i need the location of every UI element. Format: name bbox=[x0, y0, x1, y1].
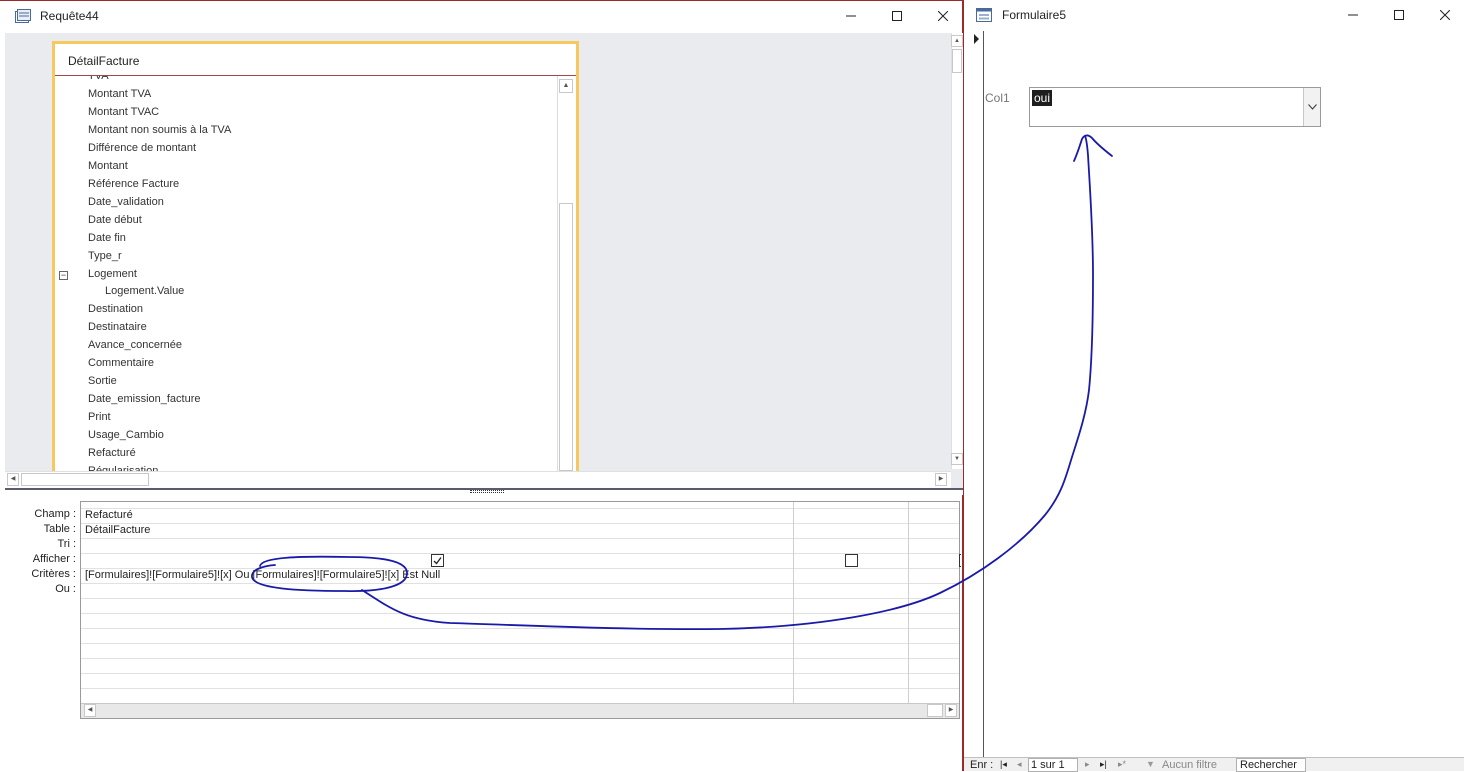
field-item[interactable]: Print bbox=[88, 411, 111, 423]
table-design-pane: DétailFacture TVA Montant TVA Montant TVAC… bbox=[5, 33, 963, 488]
prev-record-icon[interactable]: ◂ bbox=[1017, 759, 1022, 770]
scroll-right-arrow-icon[interactable]: ▶ bbox=[935, 473, 947, 486]
query-window: Requête44 DétailFacture TVA Montant TVA Mo… bbox=[0, 0, 963, 771]
afficher-checkbox-checked[interactable] bbox=[431, 554, 444, 567]
scroll-up-arrow-icon[interactable]: ▲ bbox=[951, 35, 963, 47]
scroll-thumb[interactable] bbox=[927, 704, 943, 717]
form-window: Formulaire5 Col1 oui Enr : |◂ ◂ 1 sur 1 … bbox=[963, 0, 1464, 772]
col1-combobox[interactable]: oui bbox=[1029, 87, 1321, 127]
nav-record-prefix: Enr : bbox=[970, 759, 994, 771]
search-placeholder: Rechercher bbox=[1240, 759, 1297, 771]
form-close-button[interactable] bbox=[1422, 0, 1464, 30]
field-item[interactable]: Sortie bbox=[88, 375, 117, 387]
design-pane-hscroll[interactable]: ◀ ▶ bbox=[5, 471, 951, 488]
field-list-scrollbar[interactable]: ▲ bbox=[557, 76, 573, 473]
scroll-left-arrow-icon[interactable]: ◀ bbox=[7, 473, 19, 486]
form-icon bbox=[976, 8, 992, 22]
field-item[interactable]: Logement bbox=[88, 268, 137, 280]
field-item[interactable]: Commentaire bbox=[88, 357, 154, 369]
maximize-icon bbox=[892, 11, 902, 21]
chevron-down-icon bbox=[1307, 104, 1317, 110]
field-item[interactable]: Différence de montant bbox=[88, 142, 196, 154]
row-label-ou: Ou : bbox=[55, 583, 76, 595]
field-item[interactable]: Montant bbox=[88, 160, 128, 172]
scroll-left-arrow-icon[interactable]: ◀ bbox=[84, 704, 96, 717]
scroll-up-arrow-icon[interactable]: ▲ bbox=[559, 79, 573, 93]
search-box[interactable]: Rechercher bbox=[1236, 758, 1306, 772]
record-position: 1 sur 1 bbox=[1031, 759, 1065, 771]
pane-splitter[interactable] bbox=[5, 488, 963, 495]
combo-dropdown-button[interactable] bbox=[1303, 88, 1320, 126]
field-item[interactable]: TVA bbox=[88, 76, 109, 82]
splitter-grip-icon[interactable] bbox=[470, 490, 504, 493]
maximize-button[interactable] bbox=[874, 1, 920, 31]
field-item[interactable]: Date_emission_facture bbox=[88, 393, 201, 405]
record-position-box[interactable]: 1 sur 1 bbox=[1028, 758, 1078, 772]
no-filter-button[interactable]: Aucun filtre bbox=[1162, 759, 1217, 771]
afficher-checkbox-unchecked[interactable] bbox=[845, 554, 858, 567]
record-selector[interactable] bbox=[964, 31, 984, 758]
scroll-thumb[interactable] bbox=[21, 473, 149, 486]
field-item[interactable]: Refacturé bbox=[88, 447, 136, 459]
row-label-table: Table : bbox=[43, 523, 76, 535]
maximize-icon bbox=[1394, 10, 1404, 20]
field-list: TVA Montant TVA Montant TVAC Montant non so… bbox=[55, 76, 555, 473]
query-titlebar[interactable]: Requête44 bbox=[0, 1, 962, 33]
field-item[interactable]: Destinataire bbox=[88, 321, 147, 333]
record-navigation-bar: Enr : |◂ ◂ 1 sur 1 ▸ ▸| ▸* ▼ Aucun filtr… bbox=[964, 757, 1464, 772]
table-header[interactable]: DétailFacture bbox=[55, 44, 576, 76]
minimize-icon bbox=[846, 15, 856, 17]
minimize-icon bbox=[1348, 14, 1358, 16]
close-button[interactable] bbox=[920, 1, 966, 31]
minimize-button[interactable] bbox=[828, 1, 874, 31]
row-label-afficher: Afficher : bbox=[32, 553, 76, 565]
field-item[interactable]: Référence Facture bbox=[88, 178, 179, 190]
form-maximize-button[interactable] bbox=[1376, 0, 1422, 30]
criteres-cell[interactable]: [Formulaires]![Formulaire5]![x] Ou [Form… bbox=[85, 569, 440, 581]
row-label-tri: Tri : bbox=[57, 538, 76, 550]
field-item[interactable]: Date début bbox=[88, 214, 142, 226]
form-window-title: Formulaire5 bbox=[1002, 8, 1067, 22]
field-item[interactable]: Avance_concernée bbox=[88, 339, 182, 351]
checkmark-icon bbox=[433, 557, 442, 565]
field-item[interactable]: Montant TVAC bbox=[88, 106, 159, 118]
col1-label: Col1 bbox=[985, 91, 1010, 105]
close-icon bbox=[1440, 10, 1450, 20]
form-titlebar[interactable]: Formulaire5 bbox=[964, 0, 1464, 32]
next-record-icon[interactable]: ▸ bbox=[1085, 759, 1090, 770]
table-cell[interactable]: DétailFacture bbox=[85, 524, 150, 536]
row-label-champ: Champ : bbox=[34, 508, 76, 520]
field-item[interactable]: Montant non soumis à la TVA bbox=[88, 124, 231, 136]
last-record-icon[interactable]: ▸| bbox=[1100, 759, 1107, 770]
query-icon bbox=[15, 9, 31, 23]
row-label-criteres: Critères : bbox=[31, 568, 76, 580]
design-pane-vscroll[interactable]: ▲ ▼ bbox=[951, 33, 963, 469]
query-design-grid[interactable]: Refacturé DétailFacture [Formulaires]![F… bbox=[80, 501, 961, 719]
field-item[interactable]: Montant TVA bbox=[88, 88, 151, 100]
scroll-down-arrow-icon[interactable]: ▼ bbox=[951, 453, 963, 465]
form-minimize-button[interactable] bbox=[1330, 0, 1376, 30]
first-record-icon[interactable]: |◂ bbox=[1000, 759, 1007, 770]
new-record-icon[interactable]: ▸* bbox=[1118, 759, 1126, 770]
field-item[interactable]: Logement.Value bbox=[105, 285, 184, 297]
afficher-checkbox-partial[interactable] bbox=[959, 554, 961, 567]
close-icon bbox=[938, 11, 948, 21]
champ-cell[interactable]: Refacturé bbox=[85, 509, 133, 521]
scroll-right-arrow-icon[interactable]: ▶ bbox=[945, 704, 957, 717]
field-item[interactable]: Destination bbox=[88, 303, 143, 315]
filter-icon: ▼ bbox=[1146, 759, 1155, 769]
current-record-arrow-icon bbox=[974, 34, 979, 44]
table-field-list[interactable]: DétailFacture TVA Montant TVA Montant TVAC… bbox=[52, 41, 579, 473]
combo-value[interactable]: oui bbox=[1032, 90, 1053, 106]
field-item[interactable]: Type_r bbox=[88, 250, 122, 262]
scroll-thumb[interactable] bbox=[559, 203, 573, 471]
field-item[interactable]: Date_validation bbox=[88, 196, 164, 208]
collapse-icon[interactable]: − bbox=[59, 271, 68, 280]
table-name: DétailFacture bbox=[68, 54, 140, 68]
query-window-title: Requête44 bbox=[40, 9, 99, 23]
field-item[interactable]: Date fin bbox=[88, 232, 126, 244]
grid-hscroll[interactable]: ◀ ▶ bbox=[81, 703, 959, 718]
field-item[interactable]: Usage_Cambio bbox=[88, 429, 164, 441]
scroll-thumb[interactable] bbox=[952, 49, 962, 73]
